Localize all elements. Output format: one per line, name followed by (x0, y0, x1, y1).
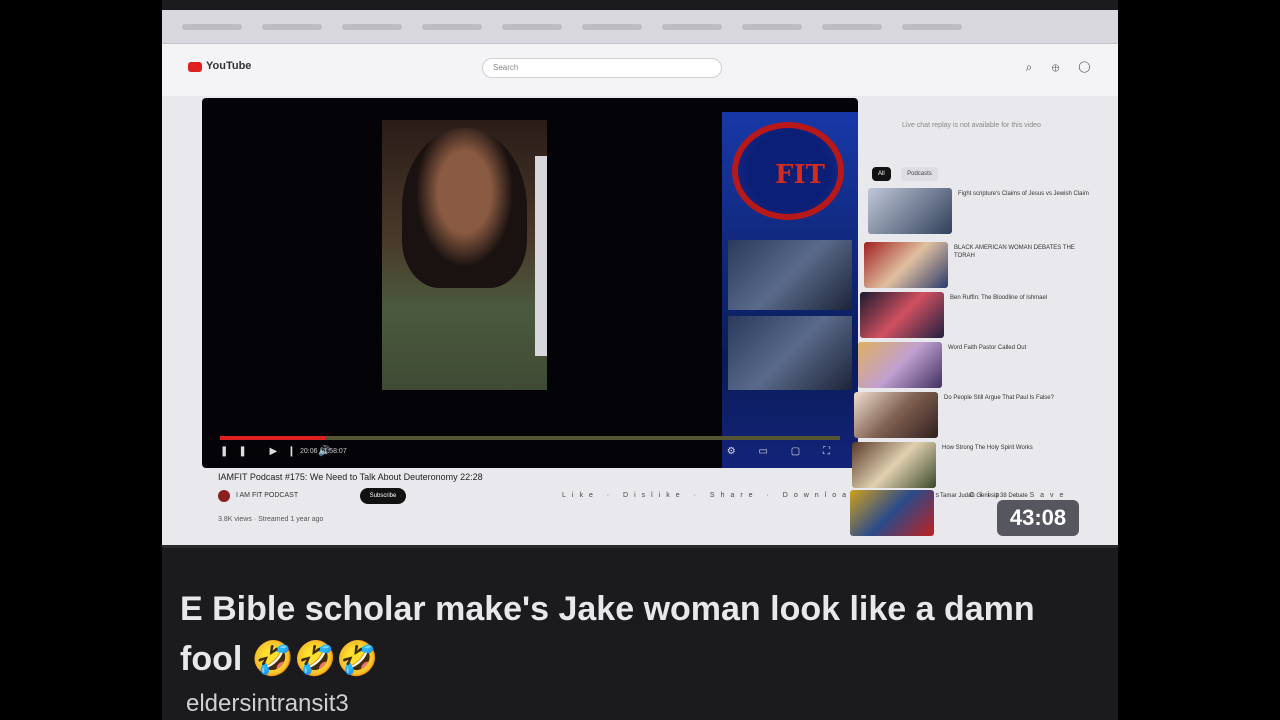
channel-name[interactable]: eldersintransit3 (186, 690, 349, 718)
recommendation-thumbnail (854, 392, 938, 438)
player-settings-icons: ⚙ ▭ ▢ ⛶ (726, 446, 840, 457)
inset-video-1 (728, 240, 852, 310)
recommendation-item: Fight scripture's Claims of Jesus vs Jew… (868, 188, 1108, 234)
recommendation-item: Ben Ruffin: The Bloodline of Ishmael (860, 292, 1100, 338)
video-person-image (382, 120, 547, 390)
video-player: FIT ❚❚ ▶❙ 🔊 20:06 / 1:58:07 ⚙ ▭ ▢ ⛶ (202, 98, 858, 468)
recommendation-title: How Strong The Holy Spirit Works (942, 445, 1033, 451)
video-side-panel: FIT (722, 112, 858, 468)
chip-all: All (872, 167, 891, 181)
youtube-header: YouTube Search ⌕ ⊕ ◯ (162, 44, 1118, 96)
logo-text: FIT (775, 160, 825, 190)
recommendation-item: Word Faith Pastor Called Out (858, 342, 1098, 388)
recommendation-title: Ben Ruffin: The Bloodline of Ishmael (950, 295, 1048, 301)
channel-logo-icon: FIT (732, 122, 844, 220)
recommendation-item: How Strong The Holy Spirit Works (852, 442, 1092, 488)
recommendation-title: BLACK AMERICAN WOMAN DEBATES THE TORAH (954, 245, 1075, 259)
video-title[interactable]: E Bible scholar make's Jake woman look l… (180, 584, 1080, 684)
recommendation-thumbnail (858, 342, 942, 388)
subscribe-button: Subscribe (360, 488, 406, 504)
inset-video-2 (728, 316, 852, 390)
youtube-logo-icon (188, 62, 202, 72)
progress-bar (220, 436, 840, 440)
sidebar-header: Live chat replay is not available for th… (902, 122, 1041, 129)
recommendation-thumbnail (864, 242, 948, 288)
recommendation-thumbnail (850, 490, 934, 536)
recommendation-title: Do People Still Argue That Paul Is False… (944, 395, 1054, 401)
duration-badge: 43:08 (997, 500, 1079, 536)
time-display: 20:06 / 1:58:07 (300, 448, 347, 455)
search-input: Search (482, 58, 722, 78)
recommendation-title: Tamar Judah Genesis 38 Debate (940, 493, 1028, 499)
screen-video-title: IAMFIT Podcast #175: We Need to Talk Abo… (218, 472, 483, 482)
recommendation-thumbnail (868, 188, 952, 234)
video-thumbnail[interactable]: YouTube Search ⌕ ⊕ ◯ FIT ❚❚ ▶❙ 🔊 20:06 /… (162, 10, 1118, 548)
recommendation-thumbnail (860, 292, 944, 338)
chip-podcasts: Podcasts (901, 167, 938, 181)
progress-bar-fill (220, 436, 326, 440)
recommendation-item: Do People Still Argue That Paul Is False… (854, 392, 1094, 438)
sidebar-chips: All Podcasts (872, 162, 944, 181)
recommendation-item: BLACK AMERICAN WOMAN DEBATES THE TORAH (864, 242, 1104, 288)
header-icons: ⌕ ⊕ ◯ (1025, 60, 1098, 74)
screen-channel-name: I AM FIT PODCAST (236, 492, 299, 499)
youtube-logo-text: YouTube (206, 60, 252, 72)
player-controls: ❚❚ ▶❙ 🔊 20:06 / 1:58:07 ⚙ ▭ ▢ ⛶ (220, 444, 840, 464)
avatar (218, 490, 230, 502)
browser-tab-strip (162, 10, 1118, 44)
recommendation-title: Word Faith Pastor Called Out (948, 345, 1027, 351)
screen-description: 3.8K views · Streamed 1 year ago (218, 516, 324, 523)
recommendation-title: Fight scripture's Claims of Jesus vs Jew… (958, 191, 1089, 197)
recommendation-thumbnail (852, 442, 936, 488)
